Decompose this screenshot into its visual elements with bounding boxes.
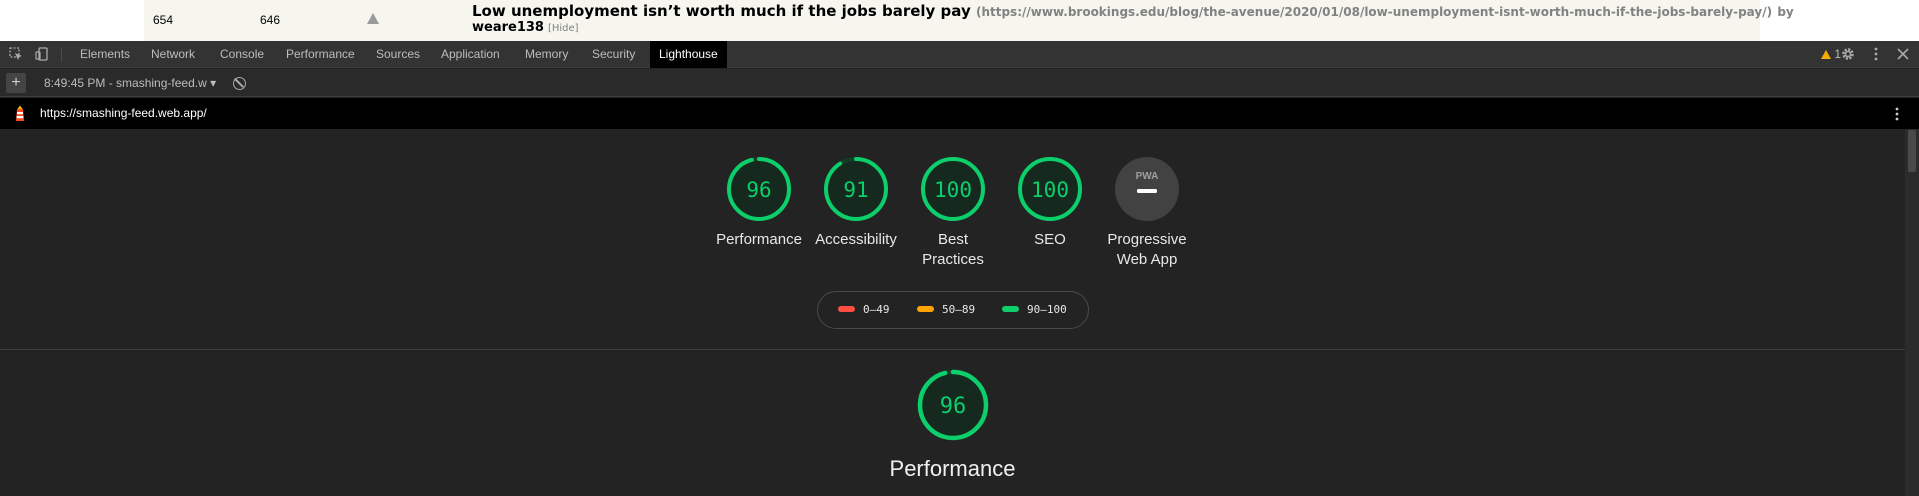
- tab-sources[interactable]: Sources: [367, 41, 429, 68]
- tab-security[interactable]: Security: [583, 41, 644, 68]
- gauge-label: Performance: [704, 230, 814, 250]
- category-gauge[interactable]: 100 Best Practices: [898, 156, 1008, 270]
- legend-item-fail: 0–49: [838, 292, 890, 328]
- tab-application[interactable]: Application: [432, 41, 509, 68]
- devtools-toolbar: Elements Network Console Performance Sou…: [0, 41, 1919, 68]
- report-tools-menu-icon[interactable]: [1895, 107, 1899, 121]
- gauge-label-line: Accessibility: [815, 231, 897, 248]
- gauge-score: 96: [940, 394, 967, 419]
- more-options-icon[interactable]: [1869, 47, 1883, 61]
- tab-elements[interactable]: Elements: [71, 41, 139, 68]
- story-by-prefix: by: [1777, 5, 1794, 19]
- legend-range: 0–49: [863, 303, 890, 316]
- chevron-down-icon: ▾: [210, 76, 217, 90]
- tab-lighthouse[interactable]: Lighthouse: [650, 41, 727, 68]
- gauge-label: Best Practices: [898, 230, 1008, 270]
- performance-section-gauge[interactable]: 96: [916, 368, 990, 442]
- settings-gear-icon[interactable]: [1841, 47, 1855, 61]
- category-gauge[interactable]: 96 Performance: [704, 156, 814, 250]
- gauge-score: 100: [934, 178, 972, 202]
- story-url: (https://www.brookings.edu/blog/the-aven…: [975, 5, 1773, 19]
- report-selector[interactable]: 8:49:45 PM - smashing-feed.w ▾: [44, 69, 216, 97]
- tab-network[interactable]: Network: [142, 41, 204, 68]
- category-gauge[interactable]: 100 SEO: [995, 156, 1105, 250]
- story-points-cell: 646: [260, 13, 281, 27]
- gauge-label-line: Practices: [922, 251, 984, 268]
- score-gauge: 96: [727, 157, 791, 221]
- legend-item-pass: 90–100: [1002, 292, 1067, 328]
- gauge-label-line: Performance: [716, 231, 802, 248]
- gauge-score: 91: [843, 178, 868, 202]
- inspect-element-icon[interactable]: [9, 47, 23, 61]
- tab-performance[interactable]: Performance: [277, 41, 364, 68]
- upvote-arrow-icon[interactable]: [367, 13, 379, 24]
- story-meta-line: weare138 [Hide]: [472, 20, 579, 35]
- pwa-dash-icon: [1137, 189, 1157, 193]
- report-url-bar: https://smashing-feed.web.app/: [0, 98, 1919, 129]
- gauge-label-line: Web App: [1116, 251, 1178, 268]
- legend-range: 90–100: [1027, 303, 1067, 316]
- warning-count: 1: [1834, 47, 1841, 61]
- story-title-line: Low unemployment isn’t worth much if the…: [472, 2, 1794, 20]
- pwa-badge-text: PWA: [1136, 171, 1159, 182]
- score-gauge: 100: [1018, 157, 1082, 221]
- inspected-page: 654 646 Low unemployment isn’t worth muc…: [0, 0, 1919, 41]
- lighthouse-logo-icon: [16, 105, 24, 121]
- clear-reports-icon[interactable]: [233, 77, 246, 90]
- legend-swatch-fail: [838, 306, 855, 312]
- tab-memory[interactable]: Memory: [516, 41, 577, 68]
- gauge-label-line: Best: [937, 231, 968, 248]
- score-gauge: 91: [824, 157, 888, 221]
- gauge-label-line: SEO: [1034, 231, 1066, 248]
- tab-console[interactable]: Console: [211, 41, 273, 68]
- gauge-label: Accessibility: [801, 230, 911, 250]
- story-author[interactable]: weare138: [472, 20, 544, 35]
- gauge-score: 96: [746, 178, 771, 202]
- report-selector-label: 8:49:45 PM - smashing-feed.w: [44, 76, 207, 90]
- close-devtools-icon[interactable]: [1896, 47, 1910, 61]
- warnings-counter[interactable]: 1: [1821, 41, 1841, 68]
- legend-range: 50–89: [942, 303, 976, 316]
- warning-icon: [1821, 50, 1832, 59]
- pwa-badge-icon: PWA: [1115, 157, 1179, 221]
- lighthouse-report-bar: + 8:49:45 PM - smashing-feed.w ▾: [0, 69, 1919, 97]
- new-report-button[interactable]: +: [6, 73, 26, 93]
- story-title-link[interactable]: Low unemployment isn’t worth much if the…: [472, 2, 971, 20]
- gauge-label: SEO: [995, 230, 1105, 250]
- category-gauge[interactable]: PWA Progressive Web App: [1092, 156, 1202, 270]
- section-divider: [0, 349, 1905, 350]
- toolbar-divider: [61, 47, 62, 62]
- category-gauge[interactable]: 91 Accessibility: [801, 156, 911, 250]
- device-toolbar-icon[interactable]: [35, 47, 49, 61]
- section-title: Performance: [889, 456, 1016, 481]
- score-scale-legend: 0–49 50–89 90–100: [817, 291, 1089, 329]
- story-rank-cell: 654: [153, 13, 174, 27]
- gauge-label-line: Progressive: [1107, 231, 1187, 248]
- report-scrollbar[interactable]: [1905, 129, 1919, 496]
- legend-item-average: 50–89: [917, 292, 975, 328]
- gauge-label: Progressive Web App: [1092, 230, 1202, 270]
- report-scrollbar-thumb[interactable]: [1908, 130, 1916, 172]
- score-gauge: 100: [921, 157, 985, 221]
- legend-swatch-pass: [1002, 306, 1019, 312]
- story-hide-link[interactable]: [Hide]: [548, 23, 579, 34]
- gauge-score: 100: [1031, 178, 1069, 202]
- report-url[interactable]: https://smashing-feed.web.app/: [40, 98, 207, 129]
- legend-swatch-average: [917, 306, 934, 312]
